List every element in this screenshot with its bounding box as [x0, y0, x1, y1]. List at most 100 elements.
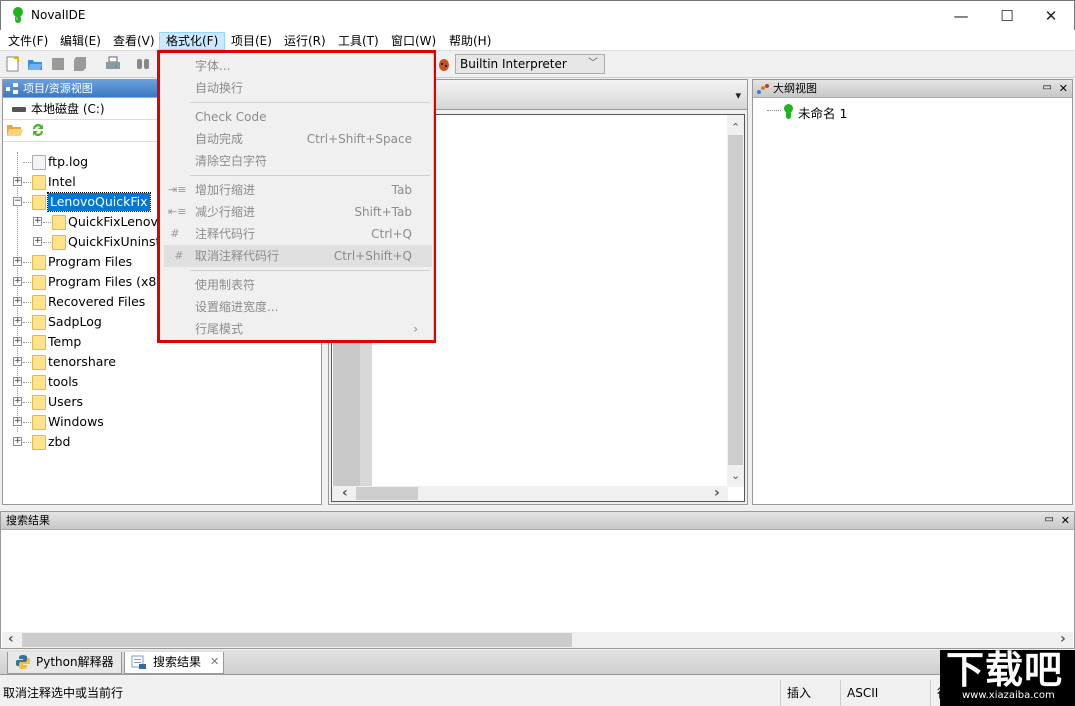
app-logo-icon [13, 7, 23, 23]
menu-tools[interactable]: 工具(T) [332, 32, 385, 50]
find-icon[interactable] [135, 56, 151, 72]
print-icon[interactable] [105, 56, 121, 72]
outline-icon [757, 84, 769, 94]
menu-help[interactable]: 帮助(H) [443, 32, 497, 50]
tree-item-label: zbd [48, 434, 71, 449]
tree-connector [23, 162, 31, 163]
expand-icon[interactable]: + [13, 417, 22, 426]
scroll-down-icon[interactable]: ⌄ [731, 469, 740, 482]
menu-item-shortcut: Shift+Tab [354, 205, 412, 219]
close-panel-icon[interactable]: ✕ [1059, 80, 1068, 98]
expand-icon[interactable]: + [13, 297, 22, 306]
format-menu-item[interactable]: 清除空白字符 [160, 150, 432, 172]
close-panel-icon[interactable]: ✕ [1061, 512, 1070, 530]
scroll-left-icon[interactable]: ‹ [342, 485, 348, 501]
format-menu-item[interactable]: 自动完成 Ctrl+Shift+Space [160, 128, 432, 150]
menu-format[interactable]: 格式化(F) [159, 32, 226, 50]
tab-search-results[interactable]: 搜索结果 ✕ [124, 652, 224, 674]
expand-icon[interactable]: + [33, 217, 42, 226]
format-menu-item[interactable]: 使用制表符 [160, 274, 432, 296]
tab-python-interpreter[interactable]: Python解释器 [7, 652, 122, 674]
expand-icon[interactable]: + [33, 237, 42, 246]
menu-item-label: 自动完成 [195, 132, 244, 146]
expand-icon[interactable]: + [13, 337, 22, 346]
expand-icon[interactable]: + [13, 317, 22, 326]
scroll-up-icon[interactable]: ⌃ [731, 121, 740, 134]
tree-connector [23, 282, 31, 283]
save-icon[interactable] [50, 56, 66, 72]
interpreter-select[interactable]: Builtin Interpreter ﹀ [455, 54, 605, 74]
uncomment-icon: # [174, 249, 184, 262]
close-button[interactable]: ✕ [1028, 1, 1074, 31]
horizontal-scrollbar[interactable]: ‹ › [332, 485, 728, 501]
expand-icon[interactable]: + [13, 377, 22, 386]
tree-item[interactable]: + Users [3, 392, 321, 412]
python-module-icon [784, 104, 793, 119]
menu-item-label: 行尾模式 [195, 322, 244, 336]
tree-item-label: Recovered Files [48, 294, 146, 309]
save-all-icon[interactable] [72, 56, 88, 72]
menu-edit[interactable]: 编辑(E) [54, 32, 107, 50]
tree-item-label: ftp.log [48, 154, 89, 169]
tree-item[interactable]: + zbd [3, 432, 321, 452]
expand-icon[interactable]: + [13, 277, 22, 286]
minimize-panel-icon[interactable]: ▭ [1045, 511, 1054, 529]
scroll-right-icon[interactable]: › [714, 485, 720, 501]
close-tab-icon[interactable]: ✕ [210, 652, 219, 672]
expand-icon[interactable]: + [13, 437, 22, 446]
folder-icon [32, 415, 46, 430]
expand-icon[interactable]: + [13, 177, 22, 186]
chevron-down-icon: ﹀ [588, 58, 598, 69]
new-file-icon[interactable] [5, 56, 21, 72]
tree-connector [23, 442, 31, 443]
menu-item-label: 设置缩进宽度... [195, 300, 279, 314]
maximize-button[interactable]: ☐ [984, 1, 1030, 31]
vertical-scroll-thumb[interactable] [728, 135, 743, 465]
collapse-icon[interactable]: − [13, 197, 22, 206]
format-menu-item[interactable]: # 注释代码行 Ctrl+Q [160, 223, 432, 245]
horizontal-scrollbar[interactable]: ‹ › [2, 631, 1073, 648]
menu-window[interactable]: 窗口(W) [385, 32, 442, 50]
resource-view-title: 项目/资源视图 [23, 82, 93, 95]
tree-item[interactable]: + tools [3, 372, 321, 392]
menu-project[interactable]: 项目(E) [225, 32, 278, 50]
watermark-url: www.xiazaiba.com [962, 690, 1055, 701]
tree-connector [23, 322, 31, 323]
menu-file[interactable]: 文件(F) [2, 32, 54, 50]
format-menu-item[interactable]: 自动换行 [160, 77, 432, 99]
scroll-right-icon[interactable]: › [1060, 631, 1066, 647]
outline-item[interactable]: 未命名 1 [798, 103, 847, 122]
format-menu-item[interactable]: 设置缩进宽度... [160, 296, 432, 318]
expand-icon[interactable]: + [13, 257, 22, 266]
tree-item-label: Users [48, 394, 84, 409]
refresh-icon[interactable] [30, 122, 46, 138]
tree-item[interactable]: + Windows [3, 412, 321, 432]
tab-list-menu-icon[interactable]: ▾ [735, 89, 741, 102]
menu-run[interactable]: 运行(R) [278, 32, 332, 50]
open-folder-icon[interactable] [7, 123, 23, 137]
minimize-button[interactable]: — [938, 1, 984, 31]
horizontal-scroll-thumb[interactable] [356, 487, 418, 500]
format-menu-item[interactable]: ⇥≡ 增加行缩进 Tab [160, 179, 432, 201]
menu-item-label: 使用制表符 [195, 278, 256, 292]
format-menu-item[interactable]: # 取消注释代码行 Ctrl+Shift+Q [164, 245, 432, 267]
tree-item[interactable]: + tenorshare [3, 352, 321, 372]
tree-connector [23, 302, 31, 303]
format-menu-item[interactable]: 字体... [160, 55, 432, 77]
tree-connector [23, 182, 31, 183]
minimize-panel-icon[interactable]: ▭ [1043, 79, 1052, 97]
tree-connector [43, 242, 51, 243]
open-folder-icon[interactable] [27, 56, 43, 72]
format-menu-item[interactable]: 行尾模式 › [160, 318, 432, 340]
expand-icon[interactable]: + [13, 357, 22, 366]
menu-view[interactable]: 查看(V) [107, 32, 161, 50]
debug-icon[interactable] [436, 56, 452, 72]
format-menu-item[interactable]: ⇤≡ 减少行缩进 Shift+Tab [160, 201, 432, 223]
scroll-left-icon[interactable]: ‹ [8, 631, 14, 647]
expand-icon[interactable]: + [13, 397, 22, 406]
vertical-scrollbar[interactable]: ⌃ ⌄ [727, 115, 744, 487]
interpreter-select-value: Builtin Interpreter [460, 57, 567, 71]
horizontal-scroll-thumb[interactable] [22, 633, 572, 647]
format-menu-item[interactable]: Check Code [160, 106, 432, 128]
tree-item-label: LenovoQuickFix [47, 192, 151, 212]
